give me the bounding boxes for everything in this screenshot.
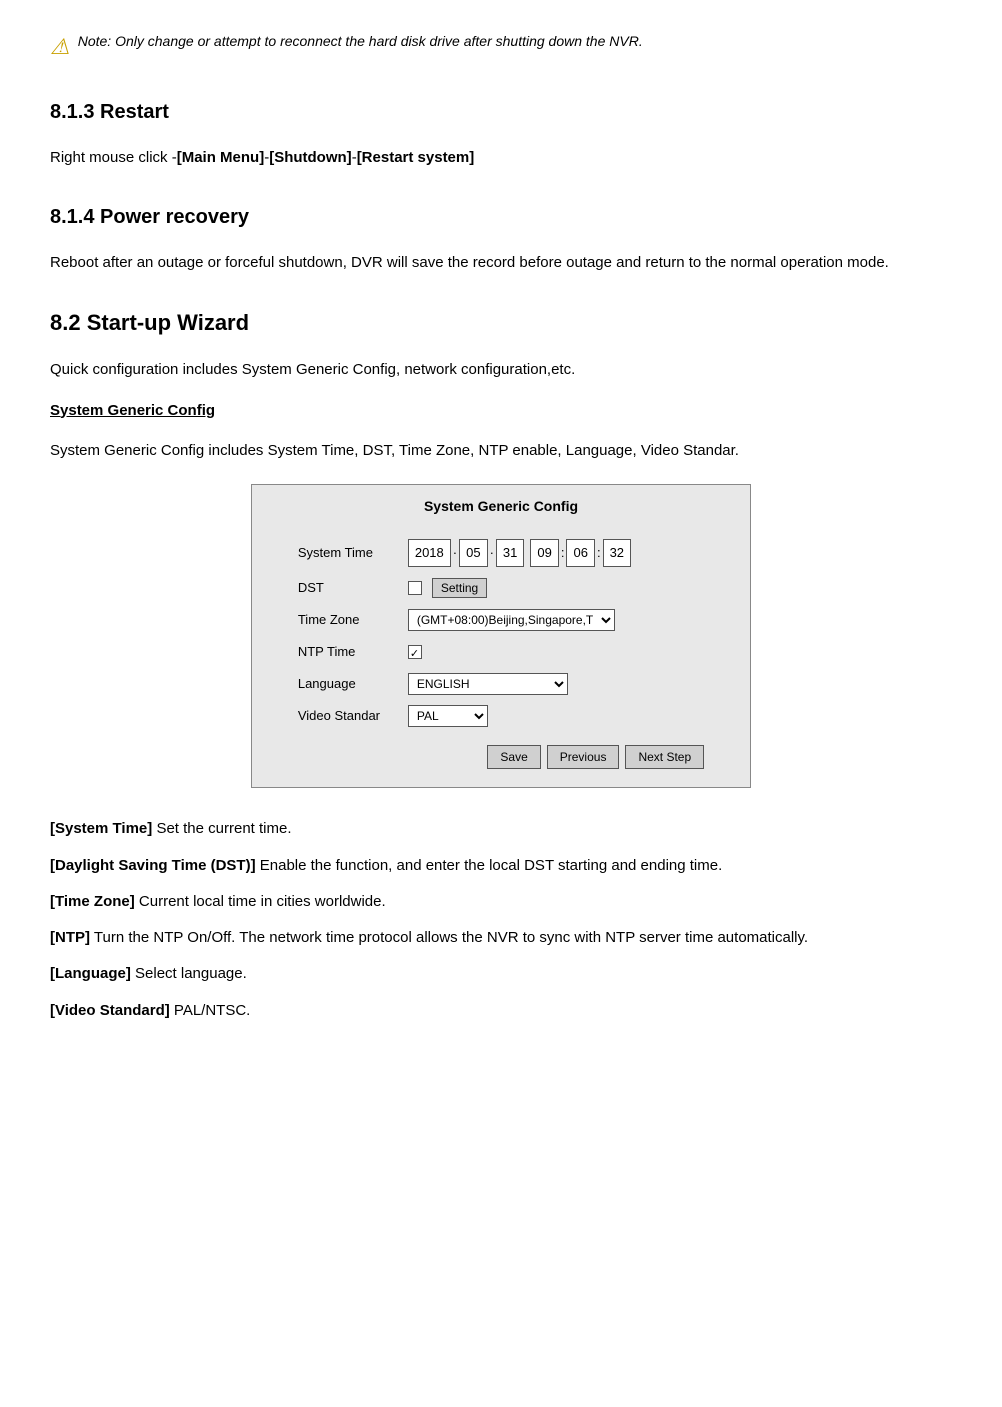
day-box[interactable]: 31 — [496, 539, 524, 567]
video-standar-field: PAL — [408, 705, 488, 727]
section-8-2-subheading-body: System Generic Config includes System Ti… — [50, 438, 952, 464]
ui-screenshot: System Generic Config System Time 2018 ·… — [251, 484, 751, 788]
section-8-2-subheading: System Generic Config — [50, 398, 952, 424]
param-timezone-text: Current local time in cities worldwide. — [139, 893, 386, 910]
param-timezone-label: [Time Zone] — [50, 893, 135, 910]
param-language-text: Select language. — [135, 965, 247, 982]
section-8-1-3-body: Right mouse click -[Main Menu]-[Shutdown… — [50, 145, 952, 171]
hour-box[interactable]: 09 — [530, 539, 558, 567]
dst-row: DST Setting — [298, 577, 704, 599]
ntp-row: NTP Time — [298, 641, 704, 663]
minute-box[interactable]: 06 — [566, 539, 594, 567]
subheading-text: System Generic Config — [50, 402, 215, 419]
param-timezone: [Time Zone] Current local time in cities… — [50, 889, 952, 915]
video-standar-row: Video Standar PAL — [298, 705, 704, 727]
note-block: ⚠ Note: Only change or attempt to reconn… — [50, 30, 952, 65]
dst-checkbox[interactable] — [408, 581, 422, 595]
section-8-1-4: 8.1.4 Power recovery Reboot after an out… — [50, 200, 952, 276]
param-system-time-label: [System Time] — [50, 820, 152, 837]
system-time-row: System Time 2018 · 05 · 31 09 : 06 : 32 — [298, 539, 704, 567]
bottom-buttons: Save Previous Next Step — [298, 745, 704, 769]
param-language-label: [Language] — [50, 965, 131, 982]
param-dst-label: [Daylight Saving Time (DST)] — [50, 857, 256, 874]
section-8-1-3-heading: 8.1.3 Restart — [50, 95, 952, 129]
save-button[interactable]: Save — [487, 745, 540, 769]
video-standar-select[interactable]: PAL — [408, 705, 488, 727]
second-box[interactable]: 32 — [603, 539, 631, 567]
month-box[interactable]: 05 — [459, 539, 487, 567]
timezone-label: Time Zone — [298, 609, 408, 631]
ntp-label: NTP Time — [298, 641, 408, 663]
param-ntp-text: Turn the NTP On/Off. The network time pr… — [94, 929, 808, 946]
timezone-field: (GMT+08:00)Beijing,Singapore,T — [408, 609, 615, 631]
bold-restart: [Restart system] — [357, 149, 475, 166]
param-system-time-text: Set the current time. — [156, 820, 291, 837]
param-dst-text: Enable the function, and enter the local… — [260, 857, 723, 874]
ui-title: System Generic Config — [262, 495, 740, 519]
next-step-button[interactable]: Next Step — [625, 745, 704, 769]
section-8-1-4-body: Reboot after an outage or forceful shutd… — [50, 250, 952, 276]
param-video-standard-text: PAL/NTSC. — [174, 1002, 250, 1019]
timezone-select[interactable]: (GMT+08:00)Beijing,Singapore,T — [408, 609, 615, 631]
system-time-label: System Time — [298, 542, 408, 564]
section-8-2-intro: Quick configuration includes System Gene… — [50, 357, 952, 383]
section-8-1-4-heading: 8.1.4 Power recovery — [50, 200, 952, 234]
section-8-2: 8.2 Start-up Wizard Quick configuration … — [50, 304, 952, 789]
param-language: [Language] Select language. — [50, 961, 952, 987]
note-text: Note: Only change or attempt to reconnec… — [78, 30, 643, 54]
time-boxes: 2018 · 05 · 31 09 : 06 : 32 — [408, 539, 631, 567]
param-video-standard: [Video Standard] PAL/NTSC. — [50, 998, 952, 1024]
param-video-standard-label: [Video Standard] — [50, 1002, 170, 1019]
language-label: Language — [298, 673, 408, 695]
language-row: Language ENGLISH — [298, 673, 704, 695]
ntp-checkbox[interactable] — [408, 645, 422, 659]
system-time-field: 2018 · 05 · 31 09 : 06 : 32 — [408, 539, 631, 567]
language-field: ENGLISH — [408, 673, 568, 695]
previous-button[interactable]: Previous — [547, 745, 620, 769]
param-ntp-label: [NTP] — [50, 929, 90, 946]
bold-shutdown: [Shutdown] — [269, 149, 351, 166]
dst-label: DST — [298, 577, 408, 599]
ntp-field — [408, 645, 426, 659]
section-8-1-3: 8.1.3 Restart Right mouse click -[Main M… — [50, 95, 952, 171]
language-select[interactable]: ENGLISH — [408, 673, 568, 695]
ui-form: System Time 2018 · 05 · 31 09 : 06 : 32 — [298, 539, 704, 770]
param-dst: [Daylight Saving Time (DST)] Enable the … — [50, 853, 952, 879]
dst-setting-button[interactable]: Setting — [432, 578, 487, 598]
param-system-time: [System Time] Set the current time. — [50, 816, 952, 842]
timezone-row: Time Zone (GMT+08:00)Beijing,Singapore,T — [298, 609, 704, 631]
year-box[interactable]: 2018 — [408, 539, 451, 567]
video-standar-label: Video Standar — [298, 705, 408, 727]
param-ntp: [NTP] Turn the NTP On/Off. The network t… — [50, 925, 952, 951]
dst-field: Setting — [408, 578, 487, 598]
warning-icon: ⚠ — [50, 28, 70, 65]
section-8-2-heading: 8.2 Start-up Wizard — [50, 304, 952, 341]
bold-main-menu: [Main Menu] — [177, 149, 265, 166]
